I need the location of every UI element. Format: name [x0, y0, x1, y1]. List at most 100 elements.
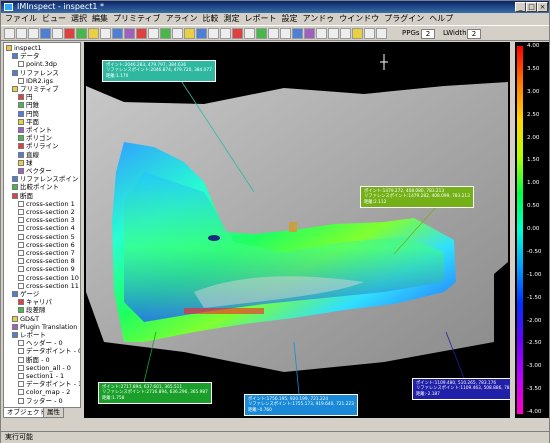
tree-item[interactable]: cross-section 11	[18, 282, 79, 290]
menu-item-3[interactable]: 編集	[92, 13, 108, 25]
object-tree[interactable]: inspect1 データ point.3dp リファレンス IDR2.igs プリミティブ…	[3, 42, 81, 408]
toolbar-button-22[interactable]	[268, 28, 279, 39]
tree-item[interactable]: ベクター	[18, 167, 52, 175]
3d-viewport[interactable]: ポイント:2046.283, 479.797, 384.636 リファレンスポイン…	[84, 42, 510, 418]
toolbar-button-21[interactable]	[256, 28, 267, 39]
tree-item[interactable]: リファレンス	[12, 69, 59, 77]
tree-item[interactable]: cross-section 1	[18, 200, 75, 208]
deviation-callout-1[interactable]: ポイント:2046.283, 479.797, 384.636 リファレンスポイン…	[102, 60, 216, 82]
toolbar-button-13[interactable]	[160, 28, 171, 39]
ppgs-field[interactable]: 2	[421, 29, 435, 39]
toolbar-button-23[interactable]	[280, 28, 291, 39]
toolbar-button-28[interactable]	[340, 28, 351, 39]
tree-item[interactable]: ポリゴン	[18, 134, 52, 142]
toolbar-button-16[interactable]	[196, 28, 207, 39]
tree-item[interactable]: cross-section 7	[18, 249, 75, 257]
deviation-callout-4[interactable]: ポイント:1756.195, 920.199, 721.224 リファレンスポイン…	[244, 394, 358, 416]
menu-item-8[interactable]: レポート	[245, 13, 277, 25]
menu-item-10[interactable]: アンドゥ	[303, 13, 335, 25]
tree-item[interactable]: 円筒	[18, 110, 39, 118]
menu-item-7[interactable]: 測定	[224, 13, 240, 25]
tree-item[interactable]: IDR2.igs	[18, 77, 53, 85]
toolbar-button-14[interactable]	[172, 28, 183, 39]
tree-tab-1[interactable]: 属性	[43, 408, 64, 418]
tree-item[interactable]: データ	[12, 52, 40, 60]
menu-item-4[interactable]: プリミティブ	[113, 13, 161, 25]
viewport-scene[interactable]	[84, 42, 510, 418]
tree-item[interactable]: データポイント - 1	[18, 380, 80, 388]
toolbar-button-7[interactable]	[88, 28, 99, 39]
tree-item[interactable]: color_map - 2	[18, 388, 70, 396]
toolbar-button-29[interactable]	[352, 28, 363, 39]
lwidth-field[interactable]: 2	[467, 29, 481, 39]
toolbar-button-27[interactable]	[328, 28, 339, 39]
toolbar-button-20[interactable]	[244, 28, 255, 39]
menu-item-2[interactable]: 選択	[71, 13, 87, 25]
toolbar-button-8[interactable]	[100, 28, 111, 39]
toolbar-button-17[interactable]	[208, 28, 219, 39]
tree-item[interactable]: データポイント - 0	[18, 347, 80, 355]
toolbar-button-2[interactable]	[28, 28, 39, 39]
toolbar-button-11[interactable]	[136, 28, 147, 39]
tree-item[interactable]: cross-section 6	[18, 241, 75, 249]
maximize-button[interactable]: □	[526, 2, 537, 12]
tree-item[interactable]: ゲージ	[12, 290, 39, 298]
toolbar-button-1[interactable]	[16, 28, 27, 39]
tree-item[interactable]: 断面	[12, 192, 33, 200]
tree-item[interactable]: 球	[18, 159, 33, 167]
toolbar-button-6[interactable]	[76, 28, 87, 39]
tree-item[interactable]: 平面	[18, 118, 39, 126]
menu-item-9[interactable]: 設定	[282, 13, 298, 25]
deviation-callout-2[interactable]: ポイント:1479.272, 408.080, 783.213 リファレンスポイン…	[360, 186, 474, 208]
tree-item[interactable]: ポリライン	[18, 142, 59, 150]
toolbar-button-30[interactable]	[364, 28, 375, 39]
toolbar-button-9[interactable]	[112, 28, 123, 39]
tree-item[interactable]: 比較ポイント	[12, 183, 59, 191]
tree-item[interactable]: GD&T	[12, 315, 39, 323]
tree-item[interactable]: ポイント	[18, 126, 52, 134]
title-bar[interactable]: IMInspect - inspect1 * _ □ ×	[1, 1, 549, 13]
toolbar-button-0[interactable]	[4, 28, 15, 39]
tree-item[interactable]: inspect1	[6, 44, 42, 52]
toolbar-button-3[interactable]	[40, 28, 51, 39]
toolbar-button-15[interactable]	[184, 28, 195, 39]
toolbar-button-19[interactable]	[232, 28, 243, 39]
tree-item[interactable]: プリミティブ	[12, 85, 59, 93]
menu-item-5[interactable]: アライン	[166, 13, 198, 25]
tree-item[interactable]: 直線	[18, 151, 39, 159]
deviation-callout-3[interactable]: ポイント:2717.894, 637.601, 365.511 リファレンスポイン…	[98, 382, 212, 404]
tree-item[interactable]: 段差隙	[18, 306, 46, 314]
menu-item-12[interactable]: プラグイン	[384, 13, 424, 25]
toolbar-button-12[interactable]	[148, 28, 159, 39]
tree-item[interactable]: cross-section 2	[18, 208, 75, 216]
tree-item[interactable]: レポート	[12, 331, 46, 339]
minimize-button[interactable]: _	[515, 2, 526, 12]
menu-item-0[interactable]: ファイル	[5, 13, 37, 25]
toolbar-button-31[interactable]	[376, 28, 387, 39]
menu-item-11[interactable]: ウインドウ	[339, 13, 379, 25]
menu-item-1[interactable]: ビュー	[42, 13, 66, 25]
tree-item[interactable]: section_all - 0	[18, 364, 71, 372]
tree-item[interactable]: フッター - 0	[18, 397, 63, 405]
tree-item[interactable]: cross-section 3	[18, 216, 75, 224]
close-button[interactable]: ×	[537, 2, 548, 12]
tree-item[interactable]: 断面 - 0	[18, 356, 50, 364]
toolbar-button-5[interactable]	[64, 28, 75, 39]
toolbar-button-18[interactable]	[220, 28, 231, 39]
toolbar-button-10[interactable]	[124, 28, 135, 39]
tree-item[interactable]: cross-section 4	[18, 224, 75, 232]
tree-item[interactable]: point.3dp	[18, 60, 57, 68]
toolbar-button-25[interactable]	[304, 28, 315, 39]
menu-item-13[interactable]: ヘルプ	[429, 13, 453, 25]
tree-item[interactable]: cross-section 8	[18, 257, 75, 265]
tree-item[interactable]: Plugin Translation	[12, 323, 77, 331]
toolbar-button-4[interactable]	[52, 28, 63, 39]
tree-item[interactable]: cross-section 10	[18, 274, 79, 282]
tree-item[interactable]: section1 - 1	[18, 372, 64, 380]
tree-item[interactable]: cross-section 5	[18, 233, 75, 241]
toolbar-button-24[interactable]	[292, 28, 303, 39]
deviation-callout-5[interactable]: ポイント:1109.480, 510.265, 783.176 リファレンスポイン…	[412, 378, 510, 400]
tree-item[interactable]: cross-section 9	[18, 265, 75, 273]
menu-item-6[interactable]: 比較	[203, 13, 219, 25]
toolbar-button-26[interactable]	[316, 28, 327, 39]
